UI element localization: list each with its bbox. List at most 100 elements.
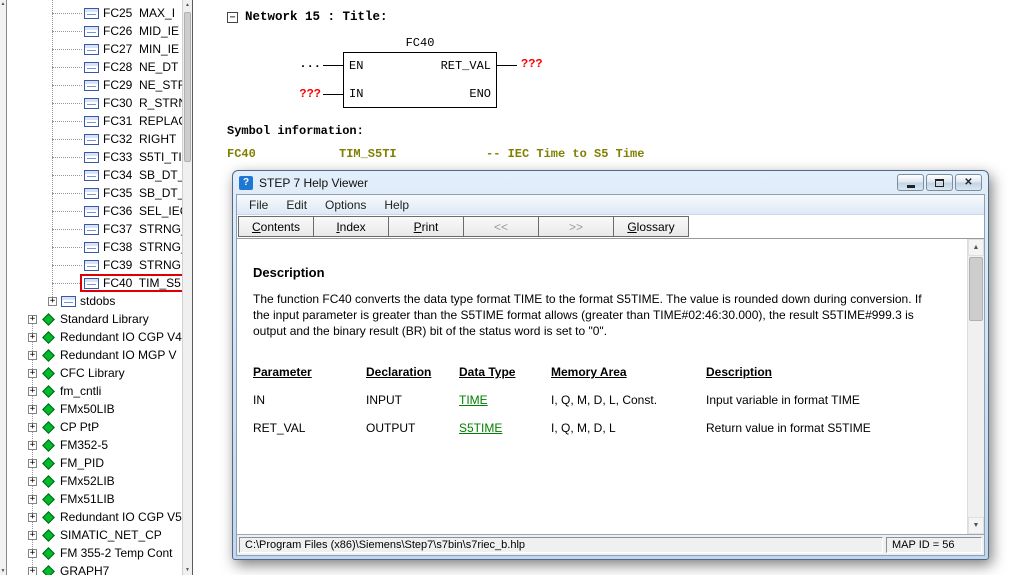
tree-item[interactable]: + FM_PID [8,454,182,472]
in-operand[interactable]: ??? [293,87,321,101]
library-icon [42,385,55,398]
tree-item[interactable]: +CFC Library [8,364,182,382]
ret-val-operand[interactable]: ??? [521,57,543,71]
expand-icon[interactable]: + [28,315,37,324]
menu-options[interactable]: Options [316,196,375,214]
scroll-up-icon[interactable]: ▲ [0,0,6,8]
toolbar-contents-button[interactable]: Contents [238,216,314,237]
scrollbar-thumb[interactable] [184,12,191,162]
expand-icon[interactable]: + [28,459,37,468]
block-icon [84,80,99,91]
tree-item[interactable]: FC31 REPLAC [8,112,182,130]
tree-item[interactable]: +Redundant IO MGP V [8,346,182,364]
scroll-up-icon[interactable]: ▲ [183,0,192,10]
tree-item[interactable]: +Redundant IO CGP V4 [8,328,182,346]
tree-connector-stub [52,211,82,212]
tree-scrollbar[interactable]: ▲ ▼ [182,0,192,575]
expand-icon[interactable]: + [28,477,37,486]
tree-item[interactable]: FC40 TIM_S5 [8,274,182,292]
tree-item[interactable]: FC35 SB_DT_ [8,184,182,202]
help-scrollbar[interactable]: ▲ ▼ [967,239,984,534]
scroll-down-icon[interactable]: ▼ [968,517,984,534]
tree-item-label: FM_PID [60,456,104,470]
close-button[interactable]: ✕ [955,174,982,191]
symbol-info-heading: Symbol information: [227,124,644,138]
expand-icon[interactable]: + [28,531,37,540]
scrollbar-thumb[interactable] [969,257,983,321]
en-operand[interactable]: ... [293,57,321,71]
tree-item[interactable]: FC34 SB_DT_ [8,166,182,184]
scroll-down-icon[interactable]: ▼ [183,565,192,575]
expand-icon[interactable]: + [28,369,37,378]
tree-item[interactable]: FC30 R_STRN [8,94,182,112]
scroll-up-icon[interactable]: ▲ [968,239,984,256]
tree-item[interactable]: +FM 355-2 Temp Cont [8,544,182,562]
menu-file[interactable]: File [240,196,277,214]
toolbar-glossary-button[interactable]: Glossary [613,216,689,237]
expand-icon[interactable]: + [28,441,37,450]
datatype-link[interactable]: TIME [459,393,551,408]
menu-help[interactable]: Help [375,196,418,214]
tree-item[interactable]: FC29 NE_STR [8,76,182,94]
expand-icon[interactable]: + [28,549,37,558]
expand-icon[interactable]: + [28,351,37,360]
fbd-block[interactable]: EN RET_VAL IN ENO [343,52,497,108]
tree-item-label: FC27 MIN_IE [103,42,179,56]
toolbar-index-button[interactable]: Index [313,216,389,237]
expand-icon[interactable]: + [28,513,37,522]
block-title: FC40 [343,36,497,50]
tree-item-label: FMx50LIB [60,402,115,416]
library-icon [42,529,55,542]
tree-item[interactable]: FC26 MID_IE [8,22,182,40]
tree-connector-stub [52,31,82,32]
tree-item[interactable]: FC25 MAX_I [8,4,182,22]
tree-item-label: FC33 S5TI_TII [103,150,182,164]
expand-icon[interactable]: + [28,567,37,575]
expand-icon[interactable]: + [28,405,37,414]
help-titlebar[interactable]: ? STEP 7 Help Viewer ✕ [236,171,985,194]
menu-edit[interactable]: Edit [277,196,316,214]
tree-item[interactable]: +Redundant IO CGP V5 [8,508,182,526]
expand-icon[interactable]: + [28,387,37,396]
tree-item[interactable]: FC37 STRNG_ [8,220,182,238]
help-content: Description The function FC40 converts t… [237,239,984,534]
table-cell-description: Return value in format S5TIME [706,421,924,436]
outer-vertical-scrollbar[interactable]: ▲ ▼ [0,0,7,575]
tree-item[interactable]: FC38 STRNG_ [8,238,182,256]
toolbar-back-button[interactable]: << [463,216,539,237]
block-icon [84,188,99,199]
tree-item[interactable]: FC27 MIN_IE [8,40,182,58]
tree-item[interactable]: +CP PtP [8,418,182,436]
table-row: RET_VALOUTPUTS5TIMEI, Q, M, D, LReturn v… [253,421,924,436]
tree-item[interactable]: +FMx51LIB [8,490,182,508]
toolbar-print-button[interactable]: Print [388,216,464,237]
library-icon [42,547,55,560]
tree-item[interactable]: +fm_cntli [8,382,182,400]
expand-icon[interactable]: + [28,495,37,504]
toolbar-forward-button[interactable]: >> [538,216,614,237]
expand-icon[interactable]: + [28,333,37,342]
tree-item[interactable]: FC28 NE_DT [8,58,182,76]
maximize-button[interactable] [926,174,953,191]
tree-item[interactable]: +FM352-5 [8,436,182,454]
tree-item[interactable]: FC32 RIGHT [8,130,182,148]
block-icon [84,152,99,163]
tree-item[interactable]: FC39 STRNG [8,256,182,274]
minimize-button[interactable] [897,174,924,191]
tree-item[interactable]: FC33 S5TI_TII [8,148,182,166]
tree-item[interactable]: +Standard Library [8,310,182,328]
parameter-table: ParameterDeclarationData TypeMemory Area… [253,365,924,436]
tree-item[interactable]: +SIMATIC_NET_CP [8,526,182,544]
tree-item[interactable]: FC36 SEL_IEC [8,202,182,220]
table-cell-declaration: INPUT [366,393,459,408]
tree-item[interactable]: +stdobs [8,292,182,310]
window-title: STEP 7 Help Viewer [259,176,368,190]
expand-icon[interactable]: + [28,423,37,432]
tree-item[interactable]: +GRAPH7 [8,562,182,575]
datatype-link[interactable]: S5TIME [459,421,551,436]
tree-item[interactable]: + FMx50LIB [8,400,182,418]
help-app-icon: ? [239,176,253,190]
expand-icon[interactable]: + [48,297,57,306]
tree-item[interactable]: +FMx52LIB [8,472,182,490]
scroll-down-icon[interactable]: ▼ [0,567,6,575]
